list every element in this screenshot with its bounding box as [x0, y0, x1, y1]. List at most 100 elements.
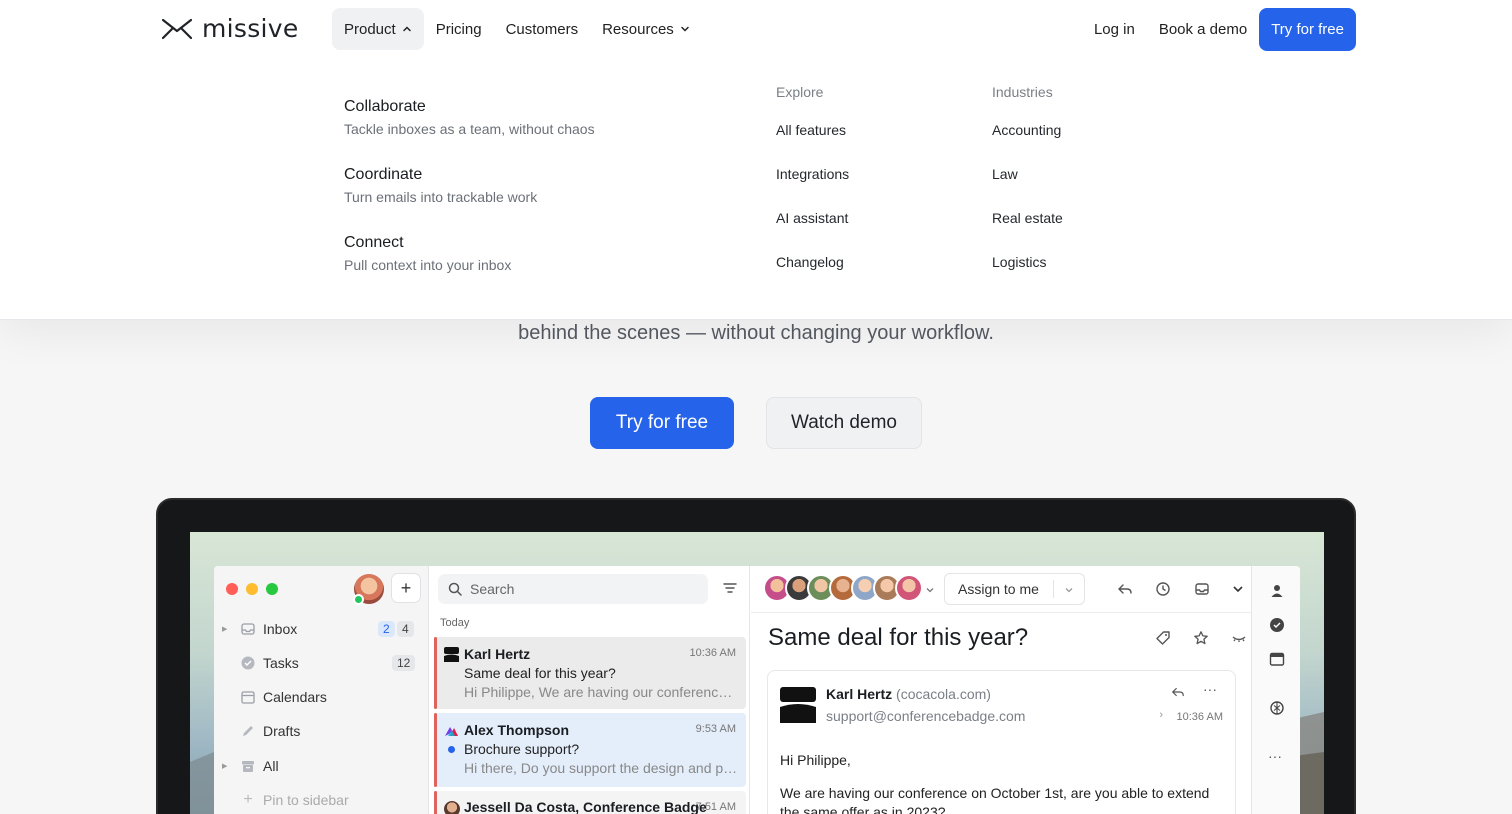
industry-logistics[interactable]: Logistics: [992, 254, 1063, 298]
team-avatar: [895, 574, 923, 602]
archive-inbox-icon[interactable]: [1194, 581, 1210, 597]
sidebar-item-label: Drafts: [263, 723, 301, 739]
feature-title: Collaborate: [344, 98, 426, 115]
missive-app-window: + ▶ Inbox 2 4 Tasks 12 Calendars Drafts …: [214, 566, 1300, 814]
hide-eye-icon[interactable]: [1231, 630, 1247, 646]
calendar-icon[interactable]: [1269, 651, 1285, 667]
conversation-time: 7:51 AM: [695, 801, 736, 813]
sidebar-item-label: Inbox: [263, 621, 298, 637]
brand-logo[interactable]: missive: [162, 14, 299, 43]
industry-accounting[interactable]: Accounting: [992, 122, 1063, 166]
explore-integrations[interactable]: Integrations: [776, 166, 849, 210]
inbox-icon: [241, 623, 255, 635]
reply-icon[interactable]: [1117, 581, 1133, 597]
sidebar-pin-to-sidebar[interactable]: + Pin to sidebar: [214, 785, 429, 814]
chevron-down-icon[interactable]: [925, 585, 935, 595]
contact-person-icon[interactable]: [1269, 583, 1285, 599]
sidebar-item-tasks[interactable]: Tasks 12: [214, 648, 429, 678]
expand-caret-icon[interactable]: ▶: [222, 625, 227, 633]
explore-changelog[interactable]: Changelog: [776, 254, 849, 298]
sidebar-item-calendars[interactable]: Calendars: [214, 682, 429, 712]
chevron-down-icon[interactable]: [1064, 585, 1074, 595]
nav-actions: Log in Book a demo Try for free: [1082, 8, 1356, 51]
conversation-time: 9:53 AM: [695, 723, 736, 735]
conversation-sender: Jessell Da Costa, Conference Badge: [464, 799, 707, 814]
calendar-icon: [241, 691, 255, 704]
sidebar-item-label: Pin to sidebar: [263, 792, 349, 808]
unread-count-badge: 2: [378, 621, 395, 637]
watch-demo-button[interactable]: Watch demo: [766, 397, 922, 449]
feature-coordinate[interactable]: Coordinate Turn emails into trackable wo…: [344, 166, 537, 205]
explore-all-features[interactable]: All features: [776, 122, 849, 166]
sidebar-item-label: Calendars: [263, 689, 327, 705]
chevron-right-icon[interactable]: ›: [1159, 709, 1163, 721]
sidebar-item-all[interactable]: ▶ All: [214, 751, 429, 781]
nav-product[interactable]: Product: [332, 8, 424, 50]
tag-icon[interactable]: [1155, 630, 1171, 646]
total-count-badge: 4: [397, 621, 414, 637]
missive-logo-icon: [162, 18, 192, 39]
more-options-icon[interactable]: ···: [1268, 748, 1282, 764]
feature-connect[interactable]: Connect Pull context into your inbox: [344, 234, 511, 273]
hero-cta-group: Try for free Watch demo: [590, 397, 922, 449]
book-demo-link[interactable]: Book a demo: [1147, 9, 1259, 51]
conversation-item[interactable]: Jessell Da Costa, Conference Badge 7:51 …: [434, 791, 746, 814]
nav-pricing[interactable]: Pricing: [424, 8, 494, 50]
conversation-time: 10:36 AM: [689, 647, 736, 659]
login-link[interactable]: Log in: [1082, 9, 1147, 51]
explore-ai-assistant[interactable]: AI assistant: [776, 210, 849, 254]
message-body: We are having our conference on October …: [780, 785, 1210, 814]
team-avatars[interactable]: [763, 574, 923, 604]
filter-icon[interactable]: [722, 580, 738, 596]
assign-label: Assign to me: [958, 581, 1039, 597]
conversation-subject: Brochure support?: [464, 741, 580, 757]
conversation-item-selected[interactable]: Karl Hertz 10:36 AM Same deal for this y…: [434, 637, 746, 709]
maximize-window-icon[interactable]: [266, 583, 278, 595]
nav-resources-label: Resources: [602, 20, 674, 38]
nav-customers[interactable]: Customers: [494, 8, 591, 50]
conversation-thread: Assign to me Same deal for this year? Ka…: [751, 566, 1251, 814]
search-placeholder: Search: [470, 581, 515, 597]
sender-address: support@conferencebadge.com: [826, 708, 1026, 724]
conversation-item[interactable]: Alex Thompson 9:53 AM Brochure support? …: [434, 713, 746, 787]
close-window-icon[interactable]: [226, 583, 238, 595]
message-time: 10:36 AM: [1176, 711, 1223, 723]
sidebar-item-inbox[interactable]: ▶ Inbox 2 4: [214, 614, 429, 644]
conversation-list: Search Today Karl Hertz 10:36 AM Same de…: [430, 566, 750, 814]
pencil-icon: [243, 726, 253, 736]
industries-heading: Industries: [992, 84, 1053, 100]
try-free-hero-button[interactable]: Try for free: [590, 397, 734, 449]
chevron-up-icon: [402, 26, 411, 32]
try-free-nav-button[interactable]: Try for free: [1259, 8, 1356, 51]
compose-button[interactable]: +: [391, 573, 421, 603]
industries-column: Industries Accounting Law Real estate Lo…: [992, 84, 1063, 298]
search-input[interactable]: Search: [438, 574, 708, 604]
reply-icon[interactable]: [1171, 685, 1185, 699]
star-icon[interactable]: [1193, 630, 1209, 646]
feature-subtitle: Turn emails into trackable work: [344, 189, 538, 205]
sender-avatar: [444, 801, 460, 814]
nav-resources[interactable]: Resources: [590, 8, 702, 50]
minimize-window-icon[interactable]: [246, 583, 258, 595]
assign-to-me-button[interactable]: Assign to me: [944, 573, 1085, 605]
feature-collaborate[interactable]: Collaborate Tackle inboxes as a team, wi…: [344, 98, 595, 137]
tasks-check-icon[interactable]: [1269, 617, 1285, 633]
chevron-down-icon[interactable]: [1232, 581, 1244, 597]
product-dropdown-menu: Collaborate Tackle inboxes as a team, wi…: [0, 60, 1512, 320]
expand-caret-icon[interactable]: ▶: [222, 762, 227, 770]
more-options-icon[interactable]: ···: [1203, 681, 1217, 697]
industry-real-estate[interactable]: Real estate: [992, 210, 1063, 254]
sidebar-item-drafts[interactable]: Drafts: [214, 716, 429, 746]
conversation-subject: Same deal for this year?: [464, 665, 616, 681]
triangle-logo-icon: [445, 727, 458, 736]
snooze-clock-icon[interactable]: [1155, 581, 1171, 597]
right-rail: ···: [1251, 566, 1300, 814]
top-nav: missive Product Pricing Customers Resour…: [0, 0, 1512, 60]
app-sidebar: + ▶ Inbox 2 4 Tasks 12 Calendars Drafts …: [214, 566, 429, 814]
search-icon: [448, 582, 462, 596]
ai-assistant-icon[interactable]: [1269, 700, 1285, 716]
chevron-down-icon: [681, 26, 689, 32]
industry-law[interactable]: Law: [992, 166, 1063, 210]
conversation-preview: Hi there, Do you support the design and …: [464, 760, 740, 776]
message-sender[interactable]: Karl Hertz (cocacola.com): [826, 686, 991, 702]
